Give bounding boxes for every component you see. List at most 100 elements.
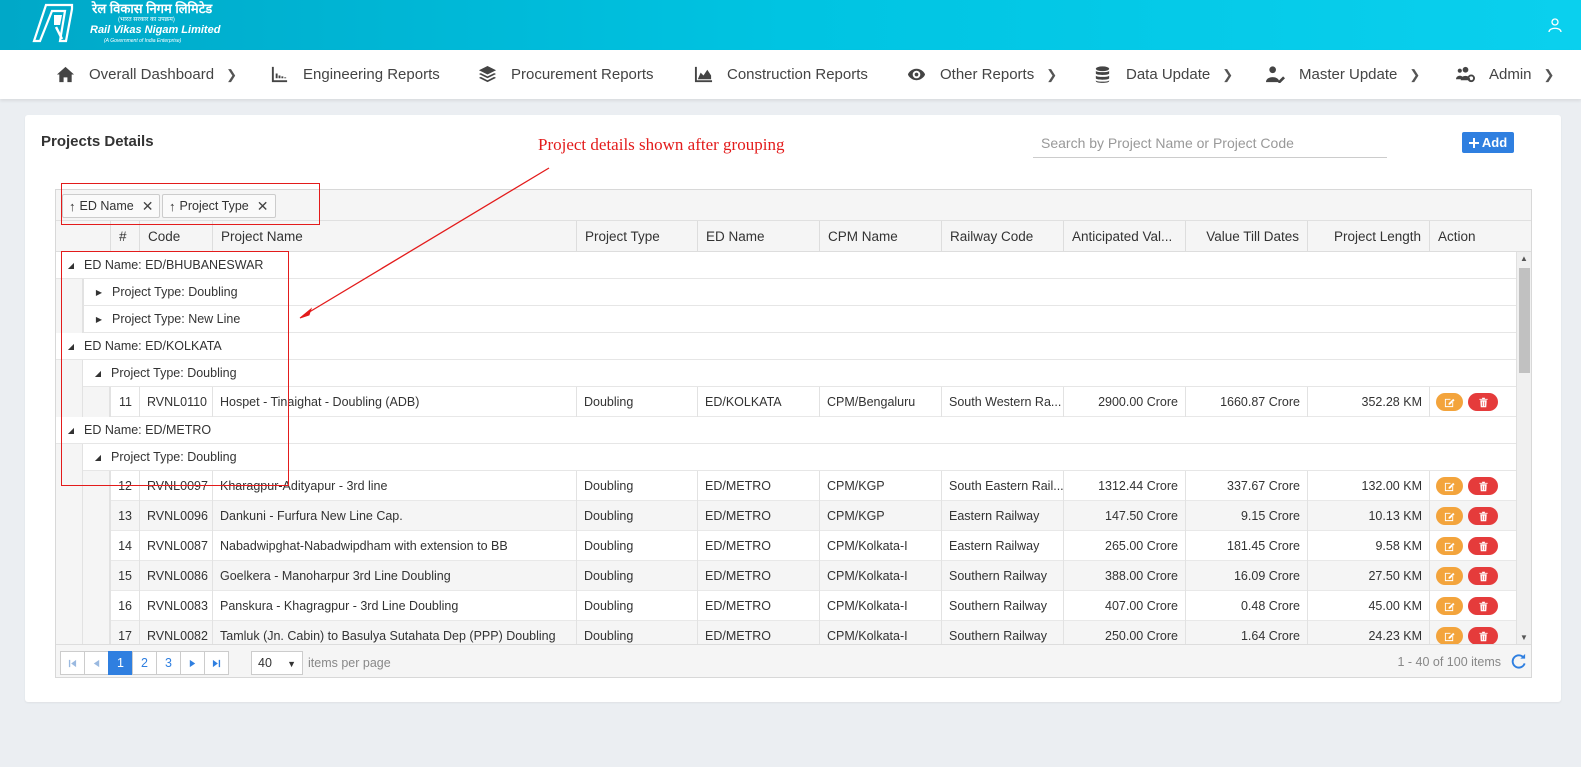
- layers-icon: [478, 65, 497, 83]
- column-header-railway-code[interactable]: Railway Code: [941, 221, 1063, 252]
- cell-railway-code: Southern Railway: [941, 561, 1063, 591]
- delete-button[interactable]: [1468, 627, 1498, 644]
- cell-ed-name: ED/METRO: [697, 531, 819, 561]
- table-row[interactable]: 17 RVNL0082 Tamluk (Jn. Cabin) to Basuly…: [110, 621, 1516, 644]
- table-row[interactable]: 14 RVNL0087 Nabadwipghat-Nabadwipdham wi…: [110, 531, 1516, 561]
- brand-name: रेल विकास निगम लिमिटेड (भारत सरकार का उप…: [90, 2, 220, 45]
- cell-action: [1429, 561, 1516, 591]
- delete-button[interactable]: [1468, 567, 1498, 585]
- edit-button[interactable]: [1436, 567, 1463, 585]
- cell-railway-code: South Western Ra...: [941, 387, 1063, 417]
- column-header-project-name[interactable]: Project Name: [212, 221, 576, 252]
- edit-icon: [1444, 542, 1455, 551]
- column-header-cpm-name[interactable]: CPM Name: [819, 221, 941, 252]
- cell-cpm-name: CPM/Kolkata-I: [819, 591, 941, 621]
- page-title: Projects Details: [41, 133, 154, 150]
- delete-button[interactable]: [1468, 597, 1498, 615]
- cell-cpm-name: CPM/KGP: [819, 501, 941, 531]
- engineering-icon: [271, 66, 288, 83]
- pagination-info: 1 - 40 of 100 items: [1397, 655, 1501, 669]
- column-header-project-type[interactable]: Project Type: [576, 221, 697, 252]
- last-page-button[interactable]: [204, 651, 229, 675]
- nav-overall-dashboard[interactable]: Overall Dashboard ❯: [56, 50, 237, 99]
- group-row-project-type[interactable]: ◢ Project Type: Doubling: [83, 444, 1516, 471]
- cell-cpm-name: CPM/Bengaluru: [819, 387, 941, 417]
- edit-button[interactable]: [1436, 393, 1463, 411]
- add-button[interactable]: Add: [1462, 132, 1514, 153]
- cell-code: RVNL0096: [139, 501, 212, 531]
- top-header: रेल विकास निगम लिमिटेड (भारत सरकार का उप…: [0, 0, 1581, 50]
- delete-button[interactable]: [1468, 393, 1498, 411]
- cell-project-name: Panskura - Khagragpur - 3rd Line Doublin…: [212, 591, 576, 621]
- cell-ed-name: ED/METRO: [697, 471, 819, 501]
- vertical-scrollbar[interactable]: ▲ ▼: [1516, 252, 1531, 644]
- cell-project-length: 24.23 KM: [1307, 621, 1429, 644]
- table-row[interactable]: 11 RVNL0110 Hospet - Tinaighat - Doublin…: [110, 387, 1516, 417]
- page-button-3[interactable]: 3: [156, 651, 181, 675]
- table-row[interactable]: 12 RVNL0097 Kharagpur-Adityapur - 3rd li…: [110, 471, 1516, 501]
- cell-action: [1429, 501, 1516, 531]
- nav-procurement-reports[interactable]: Procurement Reports: [478, 50, 654, 99]
- column-header-anticipated-value[interactable]: Anticipated Val...: [1063, 221, 1185, 252]
- scrollbar-thumb[interactable]: [1519, 268, 1530, 373]
- table-row[interactable]: 13 RVNL0096 Dankuni - Furfura New Line C…: [110, 501, 1516, 531]
- page-size-select[interactable]: 40 ▼: [251, 651, 303, 675]
- delete-button[interactable]: [1468, 507, 1498, 525]
- page-size-value: 40: [258, 656, 272, 670]
- user-profile-icon[interactable]: [1547, 17, 1563, 33]
- cell-railway-code: Eastern Railway: [941, 531, 1063, 561]
- nav-label: Engineering Reports: [303, 66, 440, 83]
- table-row[interactable]: 16 RVNL0083 Panskura - Khagragpur - 3rd …: [110, 591, 1516, 621]
- column-header-project-length[interactable]: Project Length: [1307, 221, 1429, 252]
- cell-ed-name: ED/KOLKATA: [697, 387, 819, 417]
- cell-project-length: 352.28 KM: [1307, 387, 1429, 417]
- edit-button[interactable]: [1436, 597, 1463, 615]
- edit-icon: [1444, 572, 1455, 581]
- edit-button[interactable]: [1436, 477, 1463, 495]
- nav-admin[interactable]: Admin ❯: [1456, 50, 1554, 99]
- chevron-right-icon: ❯: [1046, 66, 1058, 82]
- cell-ed-name: ED/METRO: [697, 561, 819, 591]
- nav-other-reports[interactable]: Other Reports ❯: [907, 50, 1057, 99]
- page-button-2[interactable]: 2: [132, 651, 157, 675]
- edit-button[interactable]: [1436, 507, 1463, 525]
- edit-button[interactable]: [1436, 537, 1463, 555]
- next-page-button[interactable]: [180, 651, 205, 675]
- search-input[interactable]: [1033, 129, 1387, 158]
- delete-button[interactable]: [1468, 537, 1498, 555]
- nav-engineering-reports[interactable]: Engineering Reports: [270, 50, 440, 99]
- group-row-project-type[interactable]: ▶ Project Type: New Line: [83, 306, 1516, 333]
- cell-cpm-name: CPM/Kolkata-I: [819, 621, 941, 644]
- table-row[interactable]: 15 RVNL0086 Goelkera - Manoharpur 3rd Li…: [110, 561, 1516, 591]
- cell-project-type: Doubling: [576, 531, 697, 561]
- nav-data-update[interactable]: Data Update ❯: [1093, 50, 1233, 99]
- page-button-1[interactable]: 1: [108, 651, 133, 675]
- column-header-action: Action: [1429, 221, 1517, 252]
- area-chart-icon: [694, 66, 713, 83]
- cell-project-length: 45.00 KM: [1307, 591, 1429, 621]
- refresh-icon[interactable]: [1510, 653, 1527, 670]
- chevron-right-icon: ❯: [1409, 66, 1421, 82]
- nav-label: Procurement Reports: [511, 66, 654, 83]
- nav-master-update[interactable]: Master Update ❯: [1266, 50, 1420, 99]
- cell-number: 13: [110, 501, 139, 531]
- cell-value-till-dates: 337.67 Crore: [1185, 471, 1307, 501]
- group-row-project-type[interactable]: ◢ Project Type: Doubling: [83, 360, 1516, 387]
- group-row-project-type[interactable]: ▶ Project Type: Doubling: [83, 279, 1516, 306]
- column-header-number[interactable]: #: [110, 221, 139, 252]
- scroll-down-icon[interactable]: ▼: [1520, 633, 1528, 642]
- edit-button[interactable]: [1436, 627, 1463, 644]
- column-header-code[interactable]: Code: [139, 221, 212, 252]
- delete-button[interactable]: [1468, 477, 1498, 495]
- column-header-value-till-dates[interactable]: Value Till Dates: [1185, 221, 1307, 252]
- cell-number: 17: [110, 621, 139, 644]
- cell-anticipated-value: 388.00 Crore: [1063, 561, 1185, 591]
- first-page-button[interactable]: [60, 651, 85, 675]
- nav-construction-reports[interactable]: Construction Reports: [694, 50, 868, 99]
- cell-anticipated-value: 147.50 Crore: [1063, 501, 1185, 531]
- trash-icon: [1478, 631, 1488, 641]
- annotation-highlight-grouping: [61, 183, 320, 225]
- scroll-up-icon[interactable]: ▲: [1520, 254, 1528, 263]
- column-header-ed-name[interactable]: ED Name: [697, 221, 819, 252]
- prev-page-button[interactable]: [84, 651, 109, 675]
